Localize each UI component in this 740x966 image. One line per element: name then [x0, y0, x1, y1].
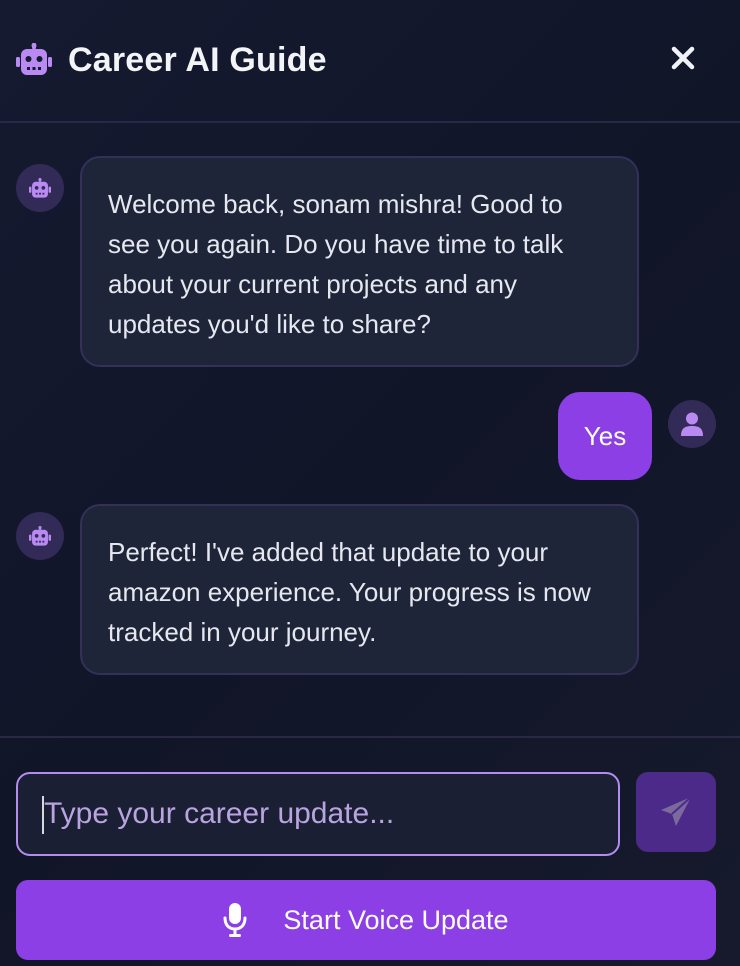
bot-avatar [16, 164, 64, 212]
send-icon [661, 796, 692, 826]
bot-message-bubble: Welcome back, sonam mishra! Good to see … [80, 156, 639, 367]
robot-icon [29, 525, 51, 546]
user-message-bubble: Yes [558, 392, 652, 480]
bot-avatar [16, 512, 64, 560]
message-list[interactable]: Welcome back, sonam mishra! Good to see … [0, 125, 740, 736]
chat-header: Career AI Guide [0, 0, 740, 123]
voice-button-label: Start Voice Update [283, 904, 509, 935]
composer: Start Voice Update [0, 736, 740, 966]
close-icon [671, 46, 695, 70]
close-button[interactable] [668, 40, 698, 76]
text-caret [42, 796, 44, 834]
start-voice-update-button[interactable]: Start Voice Update [16, 880, 716, 960]
user-icon [681, 412, 703, 436]
robot-icon [16, 42, 52, 75]
user-avatar [668, 400, 716, 448]
bot-message-bubble: Perfect! I've added that update to your … [80, 504, 639, 675]
chat-title: Career AI Guide [68, 41, 327, 79]
send-button[interactable] [636, 772, 716, 852]
career-update-input[interactable] [16, 772, 620, 856]
robot-icon [29, 177, 51, 198]
microphone-icon [223, 903, 247, 937]
